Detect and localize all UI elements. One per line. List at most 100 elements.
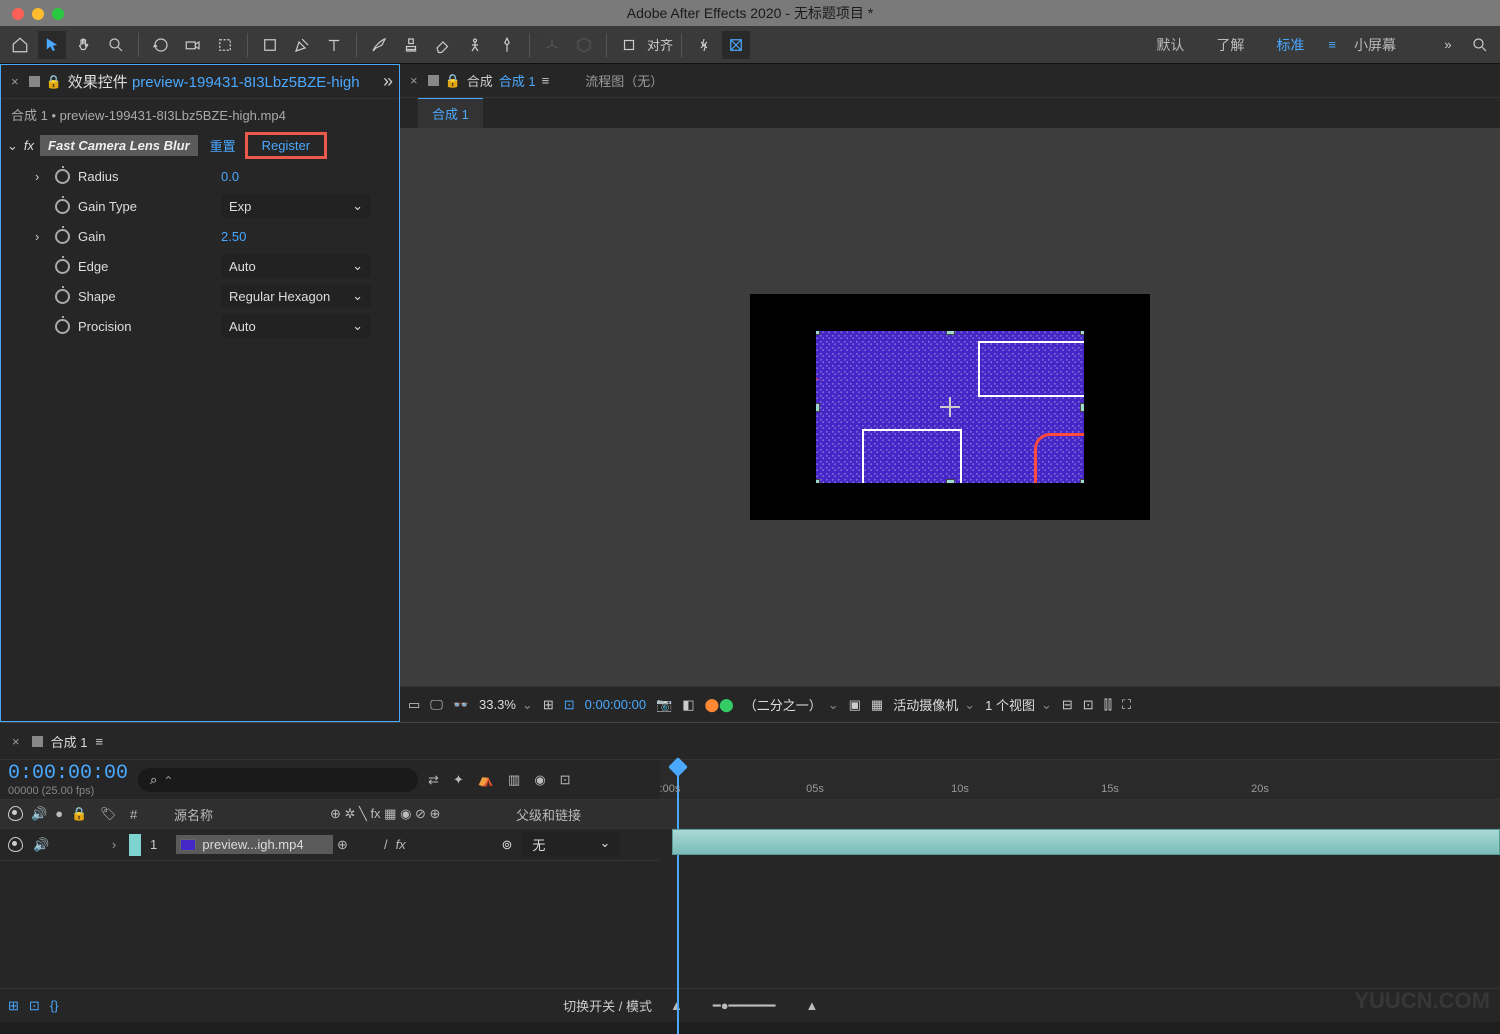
shy-icon[interactable]: ⛺: [478, 772, 494, 788]
mask-icon[interactable]: 👓: [453, 697, 469, 713]
transform-handle[interactable]: [1080, 403, 1084, 412]
selection-tool-icon[interactable]: [38, 31, 66, 59]
visibility-col-icon[interactable]: [8, 806, 23, 821]
motion-blur-icon[interactable]: ◉: [534, 772, 545, 788]
solo-col-icon[interactable]: ●: [55, 806, 63, 822]
resolution-dropdown[interactable]: （二分之一）⌄: [744, 695, 839, 714]
panel-overflow-icon[interactable]: »: [383, 71, 393, 92]
view-opt2-icon[interactable]: ⊡: [1083, 697, 1094, 713]
lock-icon[interactable]: 🔒: [46, 74, 62, 90]
layer-visibility-icon[interactable]: [8, 837, 23, 852]
prop-gain-value[interactable]: 2.50: [221, 229, 246, 244]
close-tab-icon[interactable]: ×: [7, 74, 23, 89]
stopwatch-icon[interactable]: [55, 169, 70, 184]
camera-tool-icon[interactable]: [179, 31, 207, 59]
layer-color-swatch[interactable]: [129, 834, 141, 856]
hand-tool-icon[interactable]: [70, 31, 98, 59]
pen-tool-icon[interactable]: [288, 31, 316, 59]
layer-name[interactable]: preview...igh.mp4: [176, 835, 333, 854]
effect-disclosure-icon[interactable]: ⌄: [7, 138, 18, 154]
graph-editor-icon[interactable]: ⊡: [560, 772, 571, 788]
flowchart-tab[interactable]: 流程图（无）: [585, 71, 663, 90]
comp-mini-tab[interactable]: 合成 1: [418, 98, 483, 128]
stopwatch-icon[interactable]: [55, 289, 70, 304]
view-opt1-icon[interactable]: ⊟: [1062, 697, 1073, 713]
flowchart-icon[interactable]: ⛶: [1122, 697, 1131, 713]
grid-icon[interactable]: ▦: [871, 697, 883, 713]
reset-button[interactable]: 重置: [204, 134, 242, 157]
color-mgmt-icon[interactable]: ⬤⬤: [705, 697, 734, 713]
comp-name[interactable]: 合成 1: [499, 71, 536, 90]
channel-icon[interactable]: ◧: [682, 697, 694, 713]
layer-clip[interactable]: [672, 829, 1500, 855]
transform-handle[interactable]: [816, 479, 820, 483]
stamp-tool-icon[interactable]: [397, 31, 425, 59]
render-icon[interactable]: ⊡: [29, 998, 40, 1014]
snap-edges-icon[interactable]: [722, 31, 750, 59]
tl-comp-name[interactable]: 合成 1: [51, 732, 88, 751]
disclosure-icon[interactable]: ›: [35, 169, 47, 184]
timeline-timecode[interactable]: 0:00:00:00: [8, 762, 128, 785]
toggle-switches-button[interactable]: 切换开关 / 模式: [563, 996, 652, 1015]
workspace-menu-icon[interactable]: ≡: [1328, 37, 1336, 52]
audio-col-icon[interactable]: 🔊: [31, 806, 47, 822]
resolution-icon[interactable]: ⊞: [543, 697, 554, 713]
roi-view-icon[interactable]: ▣: [849, 697, 861, 713]
composition-viewer[interactable]: [400, 128, 1500, 686]
monitor-icon[interactable]: ▭: [408, 697, 420, 713]
register-button[interactable]: Register: [248, 135, 324, 156]
layer-disclosure-icon[interactable]: ›: [99, 837, 129, 852]
time-ruler[interactable]: :00s 05s 10s 15s 20s: [660, 760, 1500, 799]
text-tool-icon[interactable]: [320, 31, 348, 59]
timeline-stats-icon[interactable]: ⫿⫿: [1104, 697, 1112, 713]
fx-badge-icon[interactable]: fx: [24, 138, 34, 153]
stopwatch-icon[interactable]: [55, 199, 70, 214]
pin-tool-icon[interactable]: [493, 31, 521, 59]
workspace-learn[interactable]: 了解: [1202, 31, 1258, 59]
guides-icon[interactable]: ⊡: [564, 697, 575, 713]
views-dropdown[interactable]: 1 个视图⌄: [985, 695, 1052, 714]
nav-slider[interactable]: ━●━━━━━━: [713, 998, 776, 1014]
label-col-icon[interactable]: 🏷: [100, 806, 117, 821]
disclosure-icon[interactable]: ›: [35, 229, 47, 244]
viewer-timecode[interactable]: 0:00:00:00: [585, 697, 646, 712]
prop-radius-value[interactable]: 0.0: [221, 169, 239, 184]
zoom-dropdown[interactable]: 33.3%⌄: [479, 697, 533, 713]
comp-menu-icon[interactable]: ≡: [542, 73, 550, 88]
search-help-icon[interactable]: [1466, 31, 1494, 59]
camera-dropdown[interactable]: 活动摄像机⌄: [893, 695, 975, 714]
transform-handle[interactable]: [816, 331, 820, 335]
lock-col-icon[interactable]: 🔒: [71, 806, 87, 822]
parent-dropdown[interactable]: 无⌄: [522, 832, 620, 857]
close-tl-tab-icon[interactable]: ×: [8, 734, 24, 749]
lock-icon[interactable]: 🔒: [445, 73, 461, 89]
shape-tool-icon[interactable]: [256, 31, 284, 59]
window-traffic-lights[interactable]: [12, 8, 64, 20]
source-col[interactable]: 源名称: [166, 805, 330, 824]
transform-handle[interactable]: [1080, 331, 1084, 335]
draft3d-icon[interactable]: ✦: [453, 772, 464, 788]
snapshot-icon[interactable]: 📷: [656, 697, 672, 713]
stopwatch-icon[interactable]: [55, 319, 70, 334]
snap-icon[interactable]: [615, 31, 643, 59]
orbit-tool-icon[interactable]: [147, 31, 175, 59]
transform-handle[interactable]: [816, 403, 820, 412]
transform-handle[interactable]: [946, 479, 955, 483]
prop-precision-dropdown[interactable]: Auto⌄: [221, 314, 371, 338]
timeline-search[interactable]: ⌕⌄: [138, 768, 418, 792]
transform-handle[interactable]: [1080, 479, 1084, 483]
home-icon[interactable]: [6, 31, 34, 59]
display-icon[interactable]: 🖵: [430, 697, 443, 713]
composition-canvas[interactable]: [816, 331, 1084, 483]
roi-tool-icon[interactable]: [211, 31, 239, 59]
layer-switches[interactable]: ⊕/fx: [333, 837, 501, 853]
stopwatch-icon[interactable]: [55, 259, 70, 274]
eraser-tool-icon[interactable]: [429, 31, 457, 59]
brackets-icon[interactable]: {}: [50, 998, 59, 1014]
workspace-standard[interactable]: 标准: [1262, 31, 1318, 59]
search-icon[interactable]: [690, 31, 718, 59]
nav-zoom-in-icon[interactable]: ▲: [806, 998, 819, 1013]
pickwhip-icon[interactable]: ⊚: [501, 837, 512, 853]
workspace-default[interactable]: 默认: [1142, 31, 1198, 59]
layer-row[interactable]: 🔊 › 1 preview...igh.mp4 ⊕/fx ⊚ 无⌄: [0, 829, 660, 861]
